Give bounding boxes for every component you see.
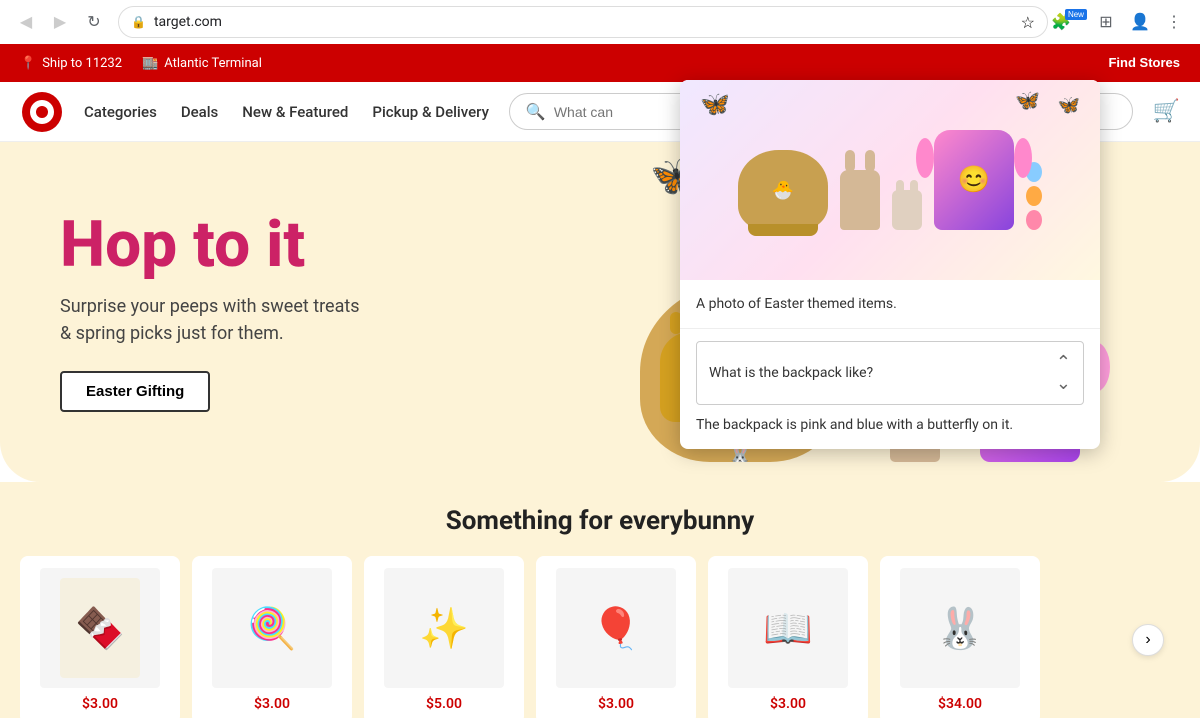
store-text: Atlantic Terminal (164, 56, 262, 71)
product-price-1: $3.00 (82, 696, 118, 712)
ship-info: 📍 Ship to 11232 (20, 56, 122, 71)
chevron-up-down-icon: ⌃⌄ (1056, 352, 1071, 394)
basket-preview: 🐣 (738, 150, 828, 230)
overlay-butterfly-1: 🦋 (700, 90, 730, 118)
product-row: 🍫 $3.00 🍭 $3.00 ✨ $5.0 (20, 556, 1180, 718)
ship-text: Ship to 11232 (42, 56, 122, 71)
product-card-6[interactable]: 🐰 $34.00 (880, 556, 1040, 718)
reload-button[interactable]: ↻ (80, 8, 108, 36)
browser-toolbar: ◀ ▶ ↻ 🔒 target.com ☆ 🧩 New ⊞ 👤 ⋮ (0, 0, 1200, 44)
section-title: Something for everybunny (20, 506, 1180, 536)
back-button[interactable]: ◀ (12, 8, 40, 36)
top-banner: 📍 Ship to 11232 🏬 Atlantic Terminal Find… (0, 44, 1200, 82)
product-card-3[interactable]: ✨ $5.00 (364, 556, 524, 718)
backpack-preview: 😊 (934, 130, 1014, 230)
sidebar-button[interactable]: ⊞ (1092, 8, 1120, 36)
nav-buttons: ◀ ▶ ↻ (12, 8, 108, 36)
store-info: 🏬 Atlantic Terminal (142, 56, 262, 71)
nav-new-featured[interactable]: New & Featured (242, 103, 348, 121)
nav-pickup-delivery[interactable]: Pickup & Delivery (372, 103, 489, 121)
wooden-bunny-preview (840, 150, 880, 230)
lock-icon: 🔒 (131, 15, 146, 29)
store-icon: 🏬 (142, 56, 158, 71)
nav-deals[interactable]: Deals (181, 103, 218, 121)
forward-button[interactable]: ▶ (46, 8, 74, 36)
profile-button[interactable]: 👤 (1126, 8, 1154, 36)
product-price-5: $3.00 (770, 696, 806, 712)
extensions-button[interactable]: 🧩 New (1058, 8, 1086, 36)
product-card-1[interactable]: 🍫 $3.00 (20, 556, 180, 718)
target-site: 📍 Ship to 11232 🏬 Atlantic Terminal Find… (0, 44, 1200, 718)
find-stores-container: Find Stores (1108, 55, 1180, 71)
product-image-5: 📖 (728, 568, 848, 688)
product-card-2[interactable]: 🍭 $3.00 (192, 556, 352, 718)
hero-subtitle: Surprise your peeps with sweet treats & … (60, 293, 360, 347)
browser-actions: 🧩 New ⊞ 👤 ⋮ (1058, 8, 1188, 36)
search-icon: 🔍 (526, 102, 546, 121)
browser-chrome: ◀ ▶ ↻ 🔒 target.com ☆ 🧩 New ⊞ 👤 ⋮ (0, 0, 1200, 44)
overlay-dropdown[interactable]: What is the backpack like? ⌃⌄ (696, 341, 1084, 405)
target-logo[interactable] (20, 90, 64, 134)
location-icon: 📍 (20, 56, 36, 71)
small-bunny-preview (892, 190, 922, 230)
star-icon[interactable]: ☆ (1021, 13, 1035, 32)
product-image-6: 🐰 (900, 568, 1020, 688)
address-bar[interactable]: 🔒 target.com ☆ (118, 6, 1048, 38)
menu-button[interactable]: ⋮ (1160, 8, 1188, 36)
easter-gifting-button[interactable]: Easter Gifting (60, 371, 210, 412)
url-display: target.com (154, 14, 1013, 30)
find-stores-button[interactable]: Find Stores (1108, 55, 1180, 70)
product-image-4: 🎈 (556, 568, 676, 688)
scroll-right-button[interactable]: › (1132, 624, 1164, 656)
product-row-container: 🍫 $3.00 🍭 $3.00 ✨ $5.0 (20, 556, 1180, 718)
accessibility-overlay: 🐣 😊 (680, 80, 1100, 449)
overlay-image: 🐣 😊 (680, 80, 1100, 280)
product-price-4: $3.00 (598, 696, 634, 712)
overlay-description: A photo of Easter themed items. (680, 280, 1100, 329)
everybunny-section: Something for everybunny 🍫 $3.00 🍭 (0, 482, 1200, 718)
product-price-6: $34.00 (938, 696, 982, 712)
hero-title: Hop to it (60, 213, 360, 277)
product-image-2: 🍭 (212, 568, 332, 688)
product-price-2: $3.00 (254, 696, 290, 712)
overlay-butterfly-2: 🦋 (1015, 88, 1040, 112)
hero-content: Hop to it Surprise your peeps with sweet… (0, 173, 420, 452)
product-price-3: $5.00 (426, 696, 462, 712)
overlay-dropdown-label: What is the backpack like? (709, 365, 873, 381)
profile-icon: 👤 (1130, 12, 1150, 32)
overlay-butterfly-3: 🦋 (1058, 95, 1080, 116)
nav-categories[interactable]: Categories (84, 103, 157, 121)
overlay-answer: The backpack is pink and blue with a but… (680, 417, 1100, 449)
product-image-3: ✨ (384, 568, 504, 688)
main-nav: Categories Deals New & Featured Pickup &… (84, 103, 489, 121)
cart-icon[interactable]: 🛒 (1153, 99, 1180, 124)
product-image-1: 🍫 (40, 568, 160, 688)
new-badge: New (1065, 9, 1087, 20)
product-card-4[interactable]: 🎈 $3.00 (536, 556, 696, 718)
product-card-5[interactable]: 📖 $3.00 (708, 556, 868, 718)
